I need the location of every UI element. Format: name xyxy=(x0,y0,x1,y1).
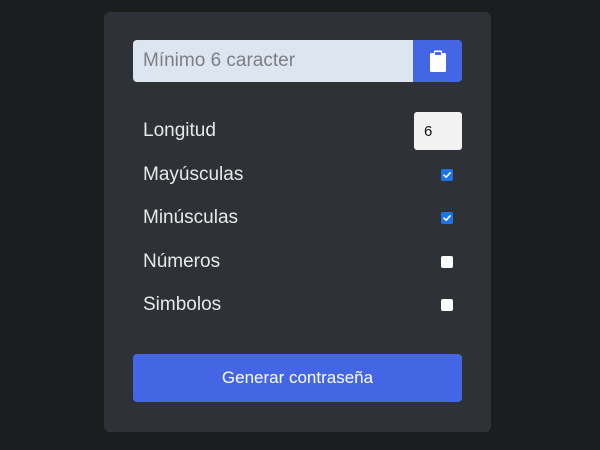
clipboard-icon xyxy=(429,50,446,72)
lowercase-checkbox[interactable] xyxy=(441,212,453,224)
password-result-input[interactable] xyxy=(133,40,413,82)
length-label: Longitud xyxy=(143,120,216,141)
page: Longitud Mayúsculas Minúsculas Números S… xyxy=(0,0,600,450)
password-generator-card: Longitud Mayúsculas Minúsculas Números S… xyxy=(104,12,491,432)
numbers-label: Números xyxy=(143,251,221,272)
length-input[interactable] xyxy=(414,112,462,150)
option-symbols: Simbolos xyxy=(143,285,462,325)
generate-password-button[interactable]: Generar contraseña xyxy=(133,354,462,402)
copy-clipboard-button[interactable] xyxy=(413,40,462,82)
option-lowercase: Minúsculas xyxy=(143,198,462,238)
option-length: Longitud xyxy=(143,111,462,151)
symbols-checkbox[interactable] xyxy=(441,299,453,311)
lowercase-label: Minúsculas xyxy=(143,207,239,228)
checkmark-icon xyxy=(443,215,451,221)
uppercase-label: Mayúsculas xyxy=(143,164,244,185)
uppercase-checkbox[interactable] xyxy=(441,169,453,181)
checkmark-icon xyxy=(443,172,451,178)
result-row xyxy=(133,40,462,82)
option-uppercase: Mayúsculas xyxy=(143,155,462,195)
numbers-checkbox[interactable] xyxy=(441,256,453,268)
option-numbers: Números xyxy=(143,242,462,282)
symbols-label: Simbolos xyxy=(143,294,222,315)
